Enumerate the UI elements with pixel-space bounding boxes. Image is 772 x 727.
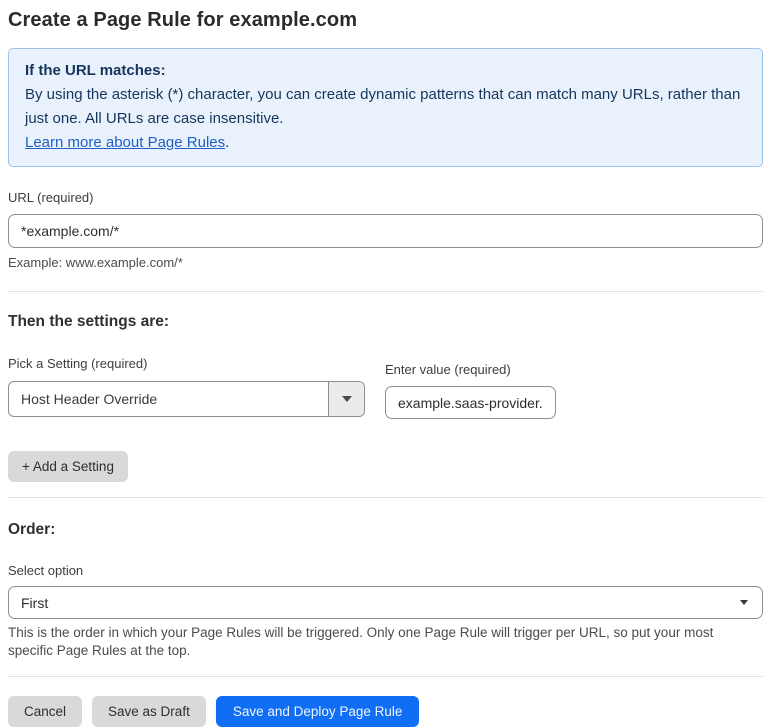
order-select-value: First bbox=[21, 594, 49, 611]
setting-dropdown-button[interactable] bbox=[328, 382, 364, 416]
info-box-link-line: Learn more about Page Rules. bbox=[25, 131, 746, 155]
learn-more-link[interactable]: Learn more about Page Rules bbox=[25, 134, 225, 151]
info-box-body: By using the asterisk (*) character, you… bbox=[25, 86, 741, 127]
order-select[interactable]: First bbox=[8, 586, 763, 619]
url-example-text: Example: www.example.com/* bbox=[8, 255, 183, 270]
footer-actions: Cancel Save as Draft Save and Deploy Pag… bbox=[8, 696, 763, 727]
setting-dropdown-value: Host Header Override bbox=[21, 391, 158, 407]
setting-dropdown[interactable]: Host Header Override bbox=[8, 381, 365, 417]
divider bbox=[8, 676, 763, 677]
add-setting-button[interactable]: + Add a Setting bbox=[8, 451, 128, 482]
order-select-label: Select option bbox=[8, 563, 84, 578]
page-title: Create a Page Rule for example.com bbox=[8, 9, 358, 31]
enter-value-label: Enter value (required) bbox=[385, 362, 511, 377]
chevron-down-icon bbox=[341, 396, 352, 402]
order-heading: Order: bbox=[8, 521, 56, 538]
enter-value-column: Enter value (required) bbox=[385, 355, 556, 419]
url-matches-info-box: If the URL matches: By using the asteris… bbox=[8, 48, 763, 167]
settings-heading: Then the settings are: bbox=[8, 313, 170, 330]
setting-value-input[interactable] bbox=[385, 386, 556, 419]
cancel-button[interactable]: Cancel bbox=[8, 696, 83, 727]
save-as-draft-button[interactable]: Save as Draft bbox=[92, 696, 206, 727]
settings-row: Pick a Setting (required) Host Header Ov… bbox=[8, 355, 763, 419]
url-input[interactable] bbox=[8, 214, 763, 248]
divider bbox=[8, 497, 763, 498]
url-label: URL (required) bbox=[8, 190, 94, 205]
info-box-heading: If the URL matches: bbox=[25, 62, 166, 79]
chevron-down-icon bbox=[740, 600, 748, 605]
order-help-text: This is the order in which your Page Rul… bbox=[8, 625, 714, 658]
save-and-deploy-button[interactable]: Save and Deploy Page Rule bbox=[215, 696, 420, 727]
link-period: . bbox=[225, 134, 230, 151]
pick-setting-label: Pick a Setting (required) bbox=[8, 356, 148, 371]
pick-setting-column: Pick a Setting (required) Host Header Ov… bbox=[8, 355, 365, 417]
url-section: URL (required) Example: www.example.com/… bbox=[8, 189, 763, 271]
divider bbox=[8, 291, 763, 292]
